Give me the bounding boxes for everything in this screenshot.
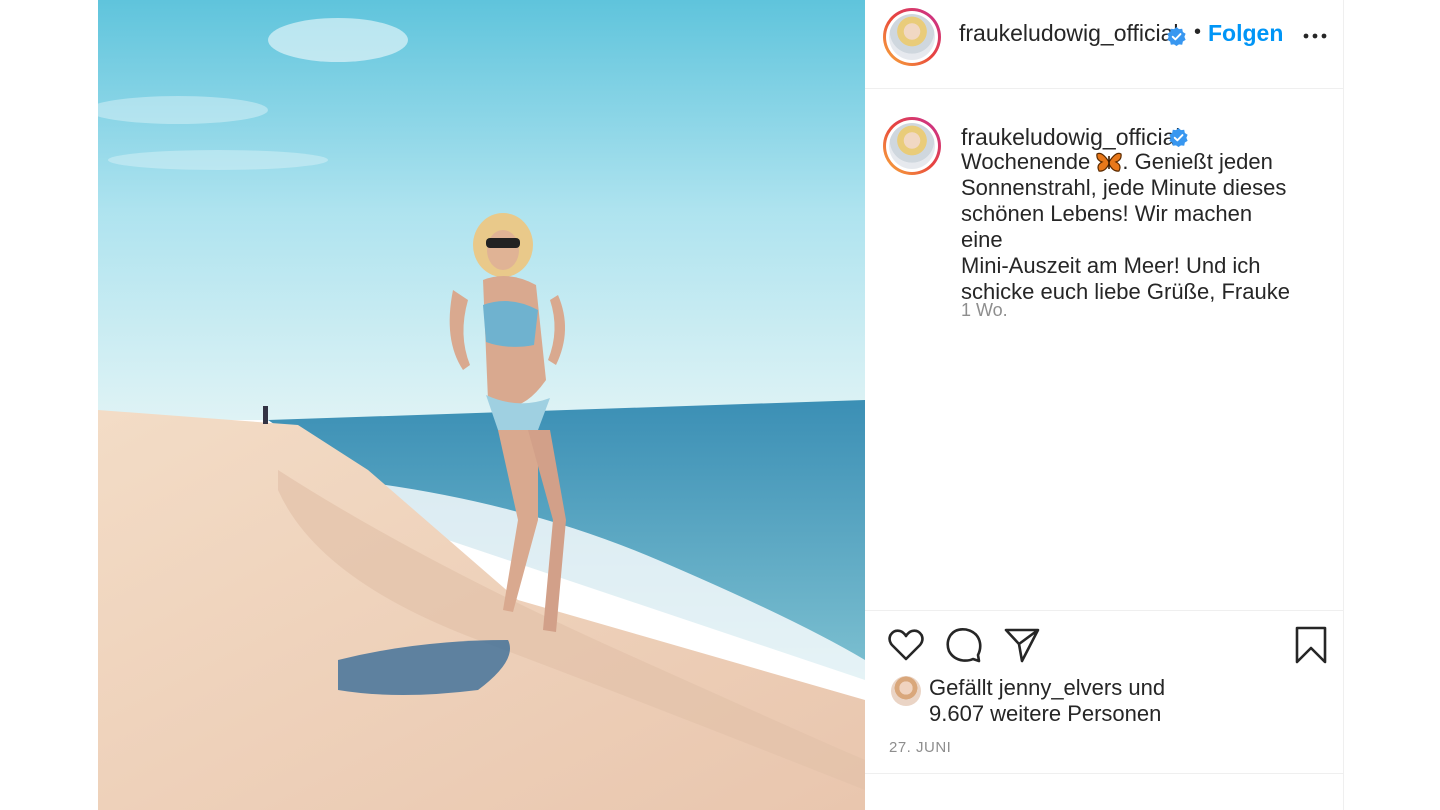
- bookmark-icon[interactable]: [1293, 626, 1329, 664]
- more-options-icon[interactable]: [1303, 26, 1327, 46]
- caption-text: Wochenende . Genießt jeden Sonnenstrahl,…: [961, 149, 1291, 305]
- liker-username[interactable]: jenny_elvers: [999, 675, 1123, 700]
- caption-time[interactable]: 1 Wo.: [961, 300, 1008, 321]
- post-photo[interactable]: [98, 0, 865, 810]
- butterfly-emoji-icon: [1096, 152, 1123, 172]
- post-date[interactable]: 27. JUNI: [889, 739, 951, 756]
- comment-icon[interactable]: [945, 626, 983, 664]
- likes-conjunction: und: [1128, 675, 1166, 700]
- likes-others[interactable]: 9.607 weitere Personen: [929, 701, 1161, 727]
- verified-badge-icon: [1169, 128, 1188, 147]
- caption-avatar[interactable]: [883, 117, 941, 175]
- actions-divider: [865, 610, 1343, 611]
- likes-prefix: Gefällt: [929, 675, 993, 700]
- heart-icon[interactable]: [887, 626, 925, 664]
- verified-badge-icon: [1167, 27, 1186, 46]
- caption-text-start: Wochenende: [961, 149, 1097, 174]
- header-avatar[interactable]: [883, 8, 941, 66]
- liker-avatar[interactable]: [891, 676, 921, 706]
- header-separator: •: [1194, 21, 1202, 43]
- post-side-panel: fraukeludowig_official • Folgen fraukelu…: [865, 0, 1344, 810]
- share-icon[interactable]: [1003, 626, 1041, 664]
- caption-username[interactable]: fraukeludowig_official: [961, 124, 1181, 151]
- footer-divider: [865, 773, 1343, 774]
- header-username[interactable]: fraukeludowig_official: [959, 20, 1179, 47]
- likes-summary: Gefällt jenny_elvers und: [929, 675, 1165, 701]
- follow-button[interactable]: Folgen: [1208, 20, 1283, 47]
- header-divider: [865, 88, 1343, 89]
